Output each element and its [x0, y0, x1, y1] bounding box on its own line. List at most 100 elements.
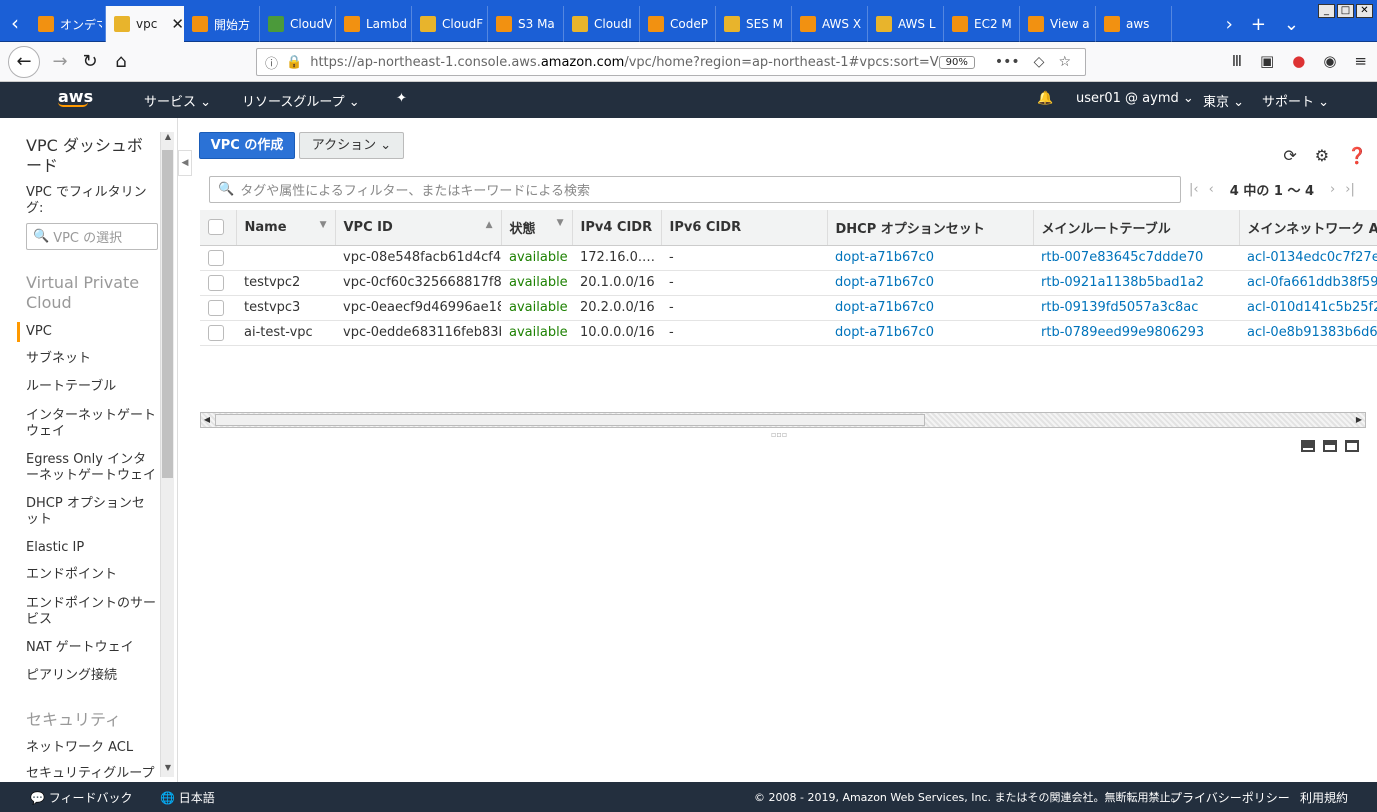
- info-icon[interactable]: ⓘ: [265, 53, 278, 72]
- pocket-icon[interactable]: ◇: [1034, 54, 1045, 70]
- sidebar-security-item-0[interactable]: ネットワーク ACL: [26, 740, 156, 756]
- row-checkbox[interactable]: [208, 249, 224, 266]
- menu-icon[interactable]: ≡: [1354, 52, 1367, 70]
- cell-7[interactable]: acl-0fa661ddb38f591: [1239, 270, 1377, 296]
- user-menu[interactable]: user01 @ aymd ⌄: [1076, 91, 1194, 106]
- scroll-right-icon[interactable]: ▶: [1353, 413, 1365, 427]
- actions-dropdown[interactable]: アクション ⌄: [299, 132, 404, 159]
- account-icon[interactable]: ◉: [1323, 52, 1336, 70]
- region-menu[interactable]: 東京 ⌄: [1203, 91, 1244, 110]
- tab-list-dropdown-icon[interactable]: ⌄: [1284, 14, 1299, 35]
- browser-tab-2[interactable]: 開始方: [184, 6, 260, 42]
- cell-6[interactable]: rtb-007e83645c7ddde70: [1033, 245, 1239, 271]
- browser-tab-9[interactable]: SES M: [716, 6, 792, 42]
- prev-page-icon[interactable]: ‹: [1209, 182, 1214, 197]
- feedback-link[interactable]: 💬 フィードバック: [30, 789, 133, 806]
- row-checkbox[interactable]: [208, 299, 224, 316]
- table-row[interactable]: ai-test-vpc vpc-0edde683116feb83b availabl…: [200, 320, 1377, 346]
- layout-split-icon[interactable]: [1323, 440, 1337, 452]
- sidebar-item-8[interactable]: エンドポイントのサービス: [26, 596, 156, 628]
- column-header-7[interactable]: メインネットワーク ACL: [1239, 210, 1377, 246]
- minimize-icon[interactable]: _: [1318, 4, 1335, 18]
- sort-toggle-icon[interactable]: ▼: [557, 218, 564, 228]
- resize-grip-icon[interactable]: ▫▫▫: [771, 430, 787, 439]
- cell-5[interactable]: dopt-a71b67c0: [827, 295, 1033, 321]
- browser-tab-5[interactable]: CloudF: [412, 6, 488, 42]
- sidebar-scrollbar[interactable]: ▲ ▼: [160, 132, 174, 777]
- refresh-icon[interactable]: ⟳: [1283, 146, 1296, 165]
- cell-5[interactable]: dopt-a71b67c0: [827, 245, 1033, 271]
- reload-icon[interactable]: ↻: [76, 48, 104, 76]
- browser-tab-4[interactable]: Lambd: [336, 6, 412, 42]
- sidebar-item-5[interactable]: DHCP オプションセット: [26, 496, 156, 528]
- select-all-checkbox[interactable]: [208, 219, 224, 236]
- browser-tab-1[interactable]: vpc ✕: [106, 6, 184, 42]
- scroll-down-icon[interactable]: ▼: [162, 763, 174, 777]
- scroll-up-icon[interactable]: ▲: [162, 132, 174, 146]
- browser-tab-6[interactable]: S3 Ma: [488, 6, 564, 42]
- browser-tab-8[interactable]: CodeP: [640, 6, 716, 42]
- browser-tab-10[interactable]: AWS X: [792, 6, 868, 42]
- home-icon[interactable]: ⌂: [107, 48, 135, 76]
- close-tab-icon[interactable]: ✕: [171, 15, 184, 33]
- table-scroll-thumb[interactable]: [215, 414, 925, 426]
- zoom-level[interactable]: 90%: [938, 55, 975, 69]
- pin-icon[interactable]: ✦: [396, 91, 407, 106]
- layout-bottom-icon[interactable]: [1301, 440, 1315, 452]
- column-header-6[interactable]: メインルートテーブル: [1033, 210, 1240, 246]
- back-arrow-icon[interactable]: ←: [8, 46, 40, 78]
- sort-toggle-icon[interactable]: ▼: [320, 220, 327, 230]
- first-page-icon[interactable]: |‹: [1189, 182, 1199, 197]
- browser-tab-7[interactable]: CloudI: [564, 6, 640, 42]
- sidebar-item-0[interactable]: VPC: [17, 322, 156, 342]
- browser-tab-3[interactable]: CloudV: [260, 6, 336, 42]
- sidebar-item-4[interactable]: Egress Only インターネットゲートウェイ: [26, 452, 156, 484]
- column-header-5[interactable]: DHCP オプションセット: [827, 210, 1034, 246]
- column-header-0[interactable]: Name ▼: [236, 210, 336, 246]
- column-header-1[interactable]: VPC ID ▲: [335, 210, 502, 246]
- next-page-icon[interactable]: ›: [1330, 182, 1335, 197]
- scroll-left-icon[interactable]: ◀: [201, 413, 213, 427]
- bell-icon[interactable]: 🔔: [1037, 91, 1053, 106]
- filter-search-input[interactable]: 🔍 タグや属性によるフィルター、またはキーワードによる検索: [209, 176, 1181, 203]
- resource-groups-menu[interactable]: リソースグループ ⌄: [242, 91, 360, 110]
- cell-6[interactable]: rtb-0921a1138b5bad1a2: [1033, 270, 1239, 296]
- browser-tab-11[interactable]: AWS L: [868, 6, 944, 42]
- maximize-icon[interactable]: □: [1337, 4, 1354, 18]
- terms-link[interactable]: 利用規約: [1300, 789, 1348, 806]
- column-header-4[interactable]: IPv6 CIDR: [661, 210, 828, 246]
- sidebar-item-10[interactable]: ピアリング接続: [26, 668, 156, 684]
- library-icon[interactable]: Ⅲ: [1232, 52, 1242, 70]
- last-page-icon[interactable]: ›|: [1345, 182, 1355, 197]
- table-row[interactable]: testvpc3 vpc-0eaecf9d46996ae18 available 20…: [200, 295, 1377, 321]
- services-menu[interactable]: サービス ⌄: [144, 91, 211, 110]
- sidebar-icon[interactable]: ▣: [1260, 52, 1274, 70]
- column-header-3[interactable]: IPv4 CIDR: [572, 210, 662, 246]
- browser-tab-12[interactable]: EC2 M: [944, 6, 1020, 42]
- cell-5[interactable]: dopt-a71b67c0: [827, 320, 1033, 346]
- bookmark-star-icon[interactable]: ☆: [1058, 54, 1071, 70]
- create-vpc-button[interactable]: VPC の作成: [199, 132, 295, 159]
- sidebar-security-item-1[interactable]: セキュリティグループ: [26, 766, 156, 782]
- tab-scroll-right-icon[interactable]: ›: [1226, 14, 1233, 35]
- sidebar-item-1[interactable]: サブネット: [26, 351, 156, 367]
- language-selector[interactable]: 🌐 日本語: [160, 789, 215, 806]
- help-icon[interactable]: ❓: [1347, 146, 1367, 165]
- cell-6[interactable]: rtb-0789eed99e9806293: [1033, 320, 1239, 346]
- sidebar-item-2[interactable]: ルートテーブル: [26, 379, 156, 395]
- cell-7[interactable]: acl-0134edc0c7f27e8: [1239, 245, 1377, 271]
- column-header-2[interactable]: 状態 ▼: [501, 210, 573, 246]
- table-row[interactable]: vpc-08e548facb61d4cf4 available 172.16.0.0…: [200, 245, 1377, 271]
- url-bar[interactable]: ⓘ 🔒 https://ap-northeast-1.console.aws.a…: [256, 48, 1086, 76]
- forward-arrow-icon[interactable]: →: [46, 48, 74, 76]
- close-window-icon[interactable]: ✕: [1356, 4, 1373, 18]
- table-horizontal-scrollbar[interactable]: ◀ ▶: [200, 412, 1366, 428]
- sidebar-scroll-thumb[interactable]: [162, 150, 173, 478]
- sidebar-item-3[interactable]: インターネットゲートウェイ: [26, 408, 156, 440]
- cell-5[interactable]: dopt-a71b67c0: [827, 270, 1033, 296]
- sidebar-collapse-icon[interactable]: ◀: [178, 150, 192, 176]
- browser-tab-13[interactable]: View a: [1020, 6, 1096, 42]
- new-tab-icon[interactable]: +: [1251, 14, 1266, 35]
- browser-tab-0[interactable]: オンデマ: [30, 6, 106, 42]
- cell-6[interactable]: rtb-09139fd5057a3c8ac: [1033, 295, 1239, 321]
